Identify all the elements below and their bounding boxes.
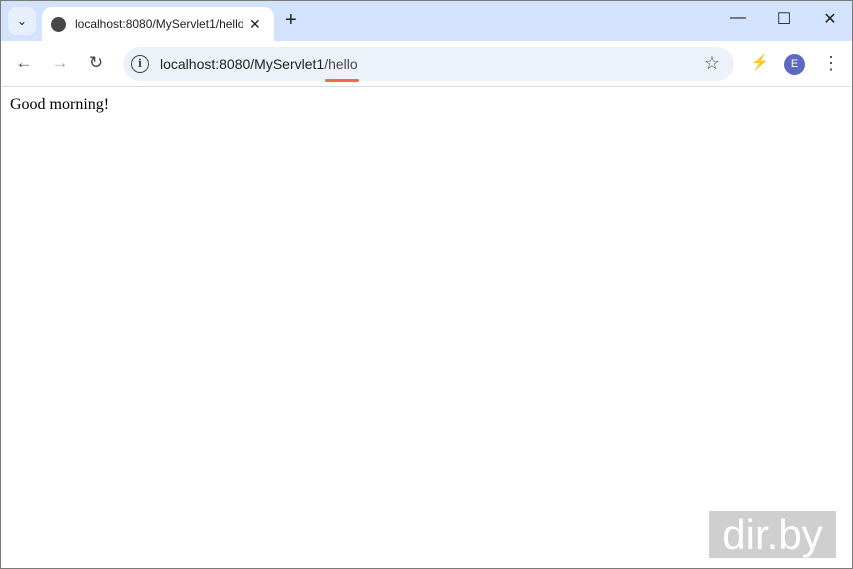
minimize-button[interactable]: — xyxy=(728,9,748,27)
url-path: /hello xyxy=(324,56,358,72)
tab-active[interactable]: localhost:8080/MyServlet1/hello ✕ xyxy=(42,7,274,41)
url-highlight-underline xyxy=(325,79,359,82)
forward-button[interactable]: → xyxy=(49,53,71,73)
site-info-icon[interactable]: i xyxy=(131,55,149,73)
bookmark-star-icon[interactable]: ☆ xyxy=(704,53,720,74)
page-text: Good morning! xyxy=(10,96,110,113)
browser-window: ⌄ localhost:8080/MyServlet1/hello ✕ + — … xyxy=(0,0,853,569)
extension-icon[interactable]: ⚡ xyxy=(749,53,771,71)
menu-icon[interactable]: ⋮ xyxy=(820,53,842,74)
url-text[interactable]: localhost:8080/MyServlet1/hello xyxy=(160,56,358,72)
tab-search-button[interactable]: ⌄ xyxy=(8,7,36,35)
watermark: dir.by xyxy=(709,511,836,558)
back-button[interactable]: ← xyxy=(13,53,35,73)
reload-button[interactable]: ↻ xyxy=(85,53,107,73)
globe-icon xyxy=(51,16,66,32)
tab-strip: ⌄ localhost:8080/MyServlet1/hello ✕ + — … xyxy=(1,1,852,41)
tab-close-button[interactable]: ✕ xyxy=(249,16,261,33)
maximize-button[interactable]: ☐ xyxy=(774,9,794,29)
address-bar[interactable]: i localhost:8080/MyServlet1/hello ☆ xyxy=(123,47,734,82)
tab-title: localhost:8080/MyServlet1/hello xyxy=(75,17,243,31)
toolbar: ← → ↻ i localhost:8080/MyServlet1/hello … xyxy=(2,41,851,87)
window-close-button[interactable]: ✕ xyxy=(820,9,840,29)
profile-avatar[interactable]: E xyxy=(784,54,805,75)
chevron-down-icon: ⌄ xyxy=(16,14,28,28)
new-tab-button[interactable]: + xyxy=(285,9,297,32)
page-content: Good morning! xyxy=(2,88,851,567)
url-host: localhost:8080/MyServlet1 xyxy=(160,56,325,72)
